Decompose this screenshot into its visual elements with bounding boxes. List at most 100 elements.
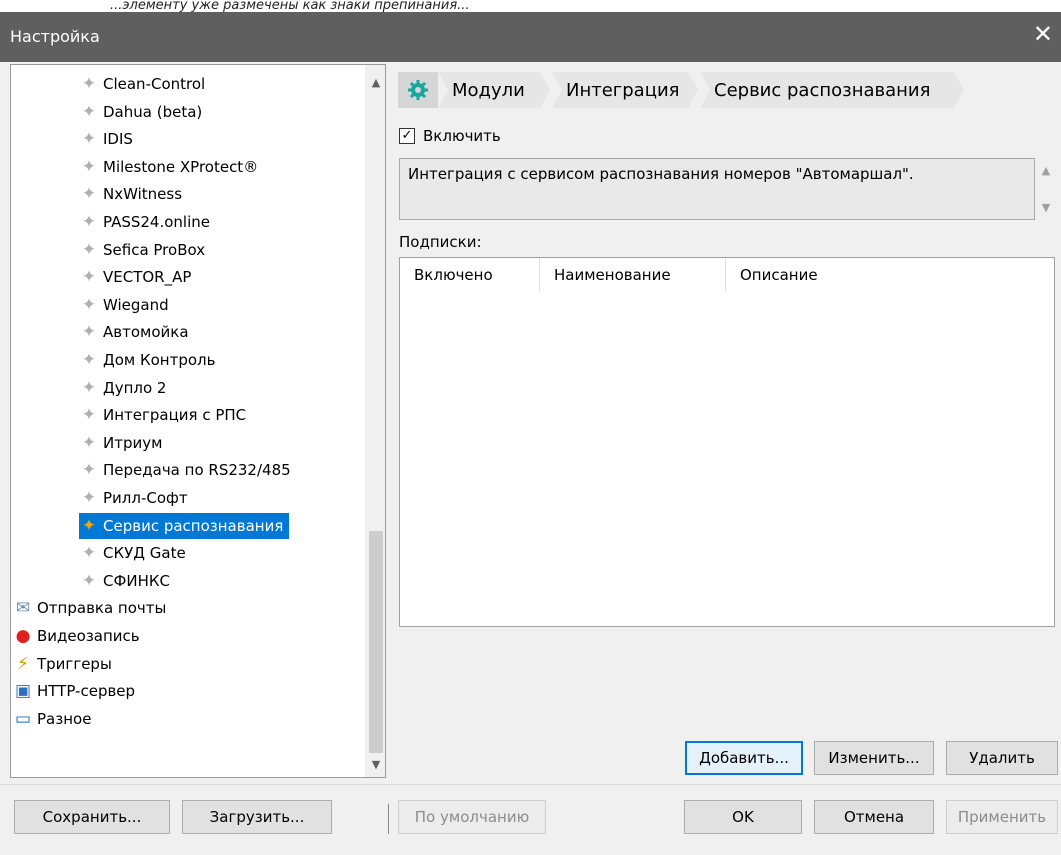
column-header-description[interactable]: Описание [726,258,1054,292]
tree-item[interactable]: ✦ Сервис распознавания [79,512,290,539]
window-icon: ▭ [14,708,32,729]
tree-item[interactable]: ✦ Wiegand [79,292,169,318]
tree-item-label: Триггеры [37,654,112,673]
titlebar: Настройка ✕ [0,12,1061,62]
scroll-down-icon[interactable]: ▼ [366,755,385,775]
tree-item[interactable]: ✉ Отправка почты [13,595,166,621]
tree-item[interactable]: ✦ Dahua (beta) [79,99,202,125]
footer-divider [0,784,1061,785]
save-button[interactable]: Сохранить... [14,800,170,834]
tree-item[interactable]: ✦ VECTOR_AP [79,264,192,290]
load-button[interactable]: Загрузить... [182,800,332,834]
tree-item[interactable]: ✦ Итриум [79,430,163,456]
description-box: Интеграция с сервисом распознавания номе… [399,158,1035,220]
tree-item[interactable]: ✦ Автомойка [79,319,189,345]
plugin-icon: ✦ [81,294,97,315]
plugin-active-icon: ✦ [81,515,97,536]
tree-item-label: Wiegand [103,295,169,314]
plugin-icon: ✦ [81,350,97,370]
plugin-icon: ✦ [81,322,97,343]
tree-item-label: Интеграция с РПС [103,406,247,425]
cropped-top-text: ...элементу уже размечены как знаки преп… [0,0,1061,12]
tree-item-label: Milestone XProtect® [103,157,259,176]
tree-item-label: Clean-Control [103,75,206,93]
tree-item[interactable]: ✦ Передача по RS232/485 [79,457,291,483]
tree-item[interactable]: ✦ Дом Контроль [79,347,216,373]
plugin-icon: ✦ [81,405,97,426]
plugin-icon: ✦ [81,74,97,94]
tree-item-label: PASS24.online [103,213,210,231]
tree-scrollbar[interactable]: ▲ ▼ [365,65,385,777]
scroll-thumb[interactable] [369,531,383,753]
video-record-icon: ● [15,626,31,646]
plugin-icon: ✦ [81,377,97,398]
tree-item-label: VECTOR_AP [103,268,192,287]
tree-item[interactable]: ✦ IDIS [79,126,133,152]
plugin-icon: ✦ [81,543,97,564]
settings-window: Настройка ✕ ✦ Clean-Control ✦ Dahua (beta) ✦… [0,12,1061,855]
tree-item[interactable]: ✦ NxWitness [79,181,182,207]
tree-item[interactable]: ▣ HTTP-сервер [13,678,135,704]
tree-item[interactable]: ✦ Интеграция с РПС [79,402,246,428]
plugin-icon: ✦ [81,156,97,177]
apply-button[interactable]: Применить [946,800,1058,834]
subscriptions-table[interactable]: Включено Наименование Описание [399,257,1055,627]
column-header-enabled[interactable]: Включено [400,258,540,292]
plugin-icon: ✦ [81,460,97,481]
cancel-button[interactable]: Отмена [814,800,934,834]
breadcrumb-modules[interactable]: Модули [438,72,550,108]
plugin-icon: ✦ [81,488,97,508]
plugin-icon: ✦ [81,101,97,122]
tree-item-label: СКУД Gate [103,544,186,563]
enable-label: Включить [423,127,501,145]
enable-checkbox-row[interactable]: ✓ Включить [399,127,501,145]
description-scrollbar[interactable]: ▲ ▼ [1036,158,1056,220]
window-title: Настройка [10,27,100,46]
tree-item-label: Сервис распознавания [103,516,284,535]
tree-item[interactable]: ✦ Sefica ProBox [79,237,205,263]
breadcrumb-integration[interactable]: Интеграция [552,72,698,108]
scroll-down-icon[interactable]: ▼ [1036,201,1056,214]
tree-item-label: Передача по RS232/485 [103,461,291,480]
tree-item[interactable]: ▭ Разное [13,706,91,732]
tree-item[interactable]: ✦ Рилл-Софт [79,485,188,511]
ok-button[interactable]: OK [684,800,802,834]
tree-item[interactable]: ✦ СКУД Gate [79,540,186,566]
delete-button[interactable]: Удалить [946,741,1058,775]
scroll-up-icon[interactable]: ▲ [1036,164,1056,177]
close-icon[interactable]: ✕ [1033,22,1053,46]
tree-item[interactable]: ✦ Clean-Control [79,71,205,97]
settings-tree[interactable]: ✦ Clean-Control ✦ Dahua (beta) ✦ IDIS ✦ Milesto… [10,64,386,778]
add-button[interactable]: Добавить... [685,741,803,775]
plugin-icon: ✦ [81,267,97,288]
tree-item-label: Dahua (beta) [103,102,203,121]
tree-item[interactable]: ✦ Milestone XProtect® [79,154,258,180]
breadcrumb-recognition-service[interactable]: Сервис распознавания [700,72,964,108]
scroll-up-icon[interactable]: ▲ [366,73,385,93]
gear-icon[interactable] [398,72,438,108]
plugin-icon: ✦ [81,432,97,453]
tree-item-label: HTTP-сервер [37,682,136,701]
plugin-icon: ✦ [81,212,97,232]
tree-item-label: Дом Контроль [103,351,216,369]
subscriptions-header: Включено Наименование Описание [400,258,1054,292]
tree-item-label: Итриум [103,433,163,452]
plugin-icon: ✦ [81,239,97,260]
column-header-name[interactable]: Наименование [540,258,726,292]
default-button[interactable]: По умолчанию [398,800,546,834]
tree-item[interactable]: ✦ Дупло 2 [79,375,167,401]
plugin-icon: ✦ [81,184,97,205]
tree-item-label: Рилл-Софт [103,489,188,507]
tree-item[interactable]: ● Видеозапись [13,623,140,649]
enable-checkbox[interactable]: ✓ [399,128,415,144]
tree-item-label: СФИНКС [103,571,171,590]
tree-item[interactable]: ✦ СФИНКС [79,568,170,594]
http-server-icon: ▣ [14,681,32,702]
tree-item[interactable]: ⚡ Триггеры [13,651,112,677]
plugin-icon: ✦ [81,129,97,150]
tree-item-label: Автомойка [103,323,189,342]
plugin-icon: ✦ [81,570,97,591]
tree-item-label: Sefica ProBox [103,240,206,259]
edit-button[interactable]: Изменить... [814,741,934,775]
tree-item[interactable]: ✦ PASS24.online [79,209,210,235]
